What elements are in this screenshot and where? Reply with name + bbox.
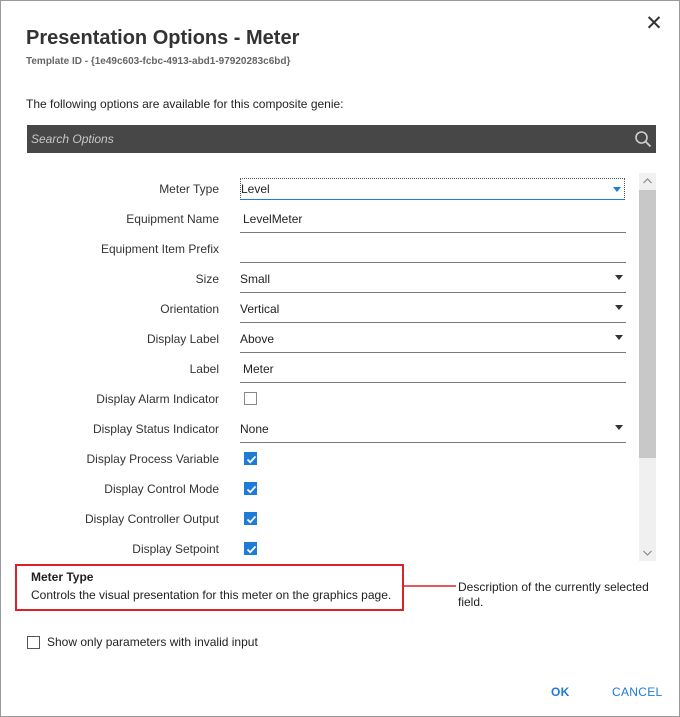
presentation-options-dialog: ✕ Presentation Options - Meter Template … bbox=[0, 0, 680, 717]
chevron-down-icon bbox=[613, 187, 621, 192]
option-label: Equipment Name bbox=[126, 212, 219, 226]
dropdown-value: Level bbox=[241, 182, 270, 196]
display-controller-output-checkbox[interactable] bbox=[244, 512, 257, 525]
label-input[interactable]: Meter bbox=[240, 354, 626, 383]
search-icon[interactable] bbox=[634, 130, 652, 148]
option-row-display-status-indicator: Display Status Indicator None bbox=[27, 414, 627, 444]
display-setpoint-checkbox[interactable] bbox=[244, 542, 257, 555]
cancel-button[interactable]: CANCEL bbox=[612, 685, 662, 699]
option-row-equipment-name: Equipment Name LevelMeter bbox=[27, 204, 627, 234]
display-label-dropdown[interactable]: Above bbox=[240, 324, 626, 353]
dropdown-value: Vertical bbox=[240, 302, 280, 316]
option-row-label: Label Meter bbox=[27, 354, 627, 384]
input-value: Meter bbox=[243, 362, 274, 376]
option-label: Display Alarm Indicator bbox=[96, 392, 219, 406]
option-label: Display Process Variable bbox=[86, 452, 220, 466]
display-status-indicator-dropdown[interactable]: None bbox=[240, 414, 626, 443]
option-label: Display Label bbox=[146, 332, 219, 346]
callout-line bbox=[404, 585, 456, 587]
meter-type-dropdown[interactable]: Level bbox=[240, 178, 625, 200]
orientation-dropdown[interactable]: Vertical bbox=[240, 294, 626, 323]
checkmark-icon bbox=[246, 545, 257, 554]
option-row-display-label: Display Label Above bbox=[27, 324, 627, 354]
invalid-input-label: Show only parameters with invalid input bbox=[47, 635, 258, 649]
option-row-display-setpoint: Display Setpoint bbox=[27, 534, 627, 561]
options-list: Meter Type Level Equipment Name LevelMet… bbox=[27, 173, 656, 561]
ok-button[interactable]: OK bbox=[551, 685, 570, 699]
search-input[interactable] bbox=[31, 131, 621, 147]
description-title: Meter Type bbox=[31, 570, 94, 584]
option-row-display-control-mode: Display Control Mode bbox=[27, 474, 627, 504]
option-label: Display Control Mode bbox=[104, 482, 219, 496]
dropdown-value: Small bbox=[240, 272, 271, 286]
callout-annotation: Description of the currently selected fi… bbox=[458, 580, 649, 609]
dropdown-value: Above bbox=[240, 332, 275, 346]
option-row-size: Size Small bbox=[27, 264, 627, 294]
option-label: Display Controller Output bbox=[84, 512, 219, 526]
option-label: Label bbox=[189, 362, 219, 376]
dropdown-value: None bbox=[240, 422, 269, 436]
dialog-title: Presentation Options - Meter bbox=[26, 27, 300, 49]
equipment-name-input[interactable]: LevelMeter bbox=[240, 204, 626, 233]
search-bar bbox=[27, 125, 656, 153]
options-scrollbar[interactable] bbox=[639, 173, 656, 561]
option-row-equipment-item-prefix: Equipment Item Prefix bbox=[27, 234, 627, 264]
input-value: LevelMeter bbox=[243, 212, 303, 226]
chevron-down-icon bbox=[615, 305, 623, 310]
checkmark-icon bbox=[246, 455, 257, 464]
display-control-mode-checkbox[interactable] bbox=[244, 482, 257, 495]
intro-text: The following options are available for … bbox=[26, 97, 344, 111]
option-row-display-controller-output: Display Controller Output bbox=[27, 504, 627, 534]
equipment-item-prefix-input[interactable] bbox=[240, 234, 626, 263]
size-dropdown[interactable]: Small bbox=[240, 264, 626, 293]
option-row-meter-type: Meter Type Level bbox=[27, 174, 627, 204]
option-label: Equipment Item Prefix bbox=[100, 242, 219, 256]
option-label: Size bbox=[195, 272, 219, 286]
option-row-orientation: Orientation Vertical bbox=[27, 294, 627, 324]
close-icon[interactable]: ✕ bbox=[644, 13, 664, 35]
display-alarm-indicator-checkbox[interactable] bbox=[244, 392, 257, 405]
checkmark-icon bbox=[246, 515, 257, 524]
option-label: Orientation bbox=[160, 302, 219, 316]
chevron-down-icon bbox=[615, 425, 623, 430]
option-label: Meter Type bbox=[159, 182, 219, 196]
option-label: Display Setpoint bbox=[132, 542, 219, 556]
option-label: Display Status Indicator bbox=[92, 422, 219, 436]
checkmark-icon bbox=[246, 485, 257, 494]
scroll-up-icon[interactable] bbox=[639, 173, 656, 190]
display-process-variable-checkbox[interactable] bbox=[244, 452, 257, 465]
invalid-input-checkbox[interactable] bbox=[27, 636, 40, 649]
scroll-thumb[interactable] bbox=[639, 190, 656, 458]
template-id: Template ID - {1e49c603-fcbc-4913-abd1-9… bbox=[26, 56, 291, 67]
option-row-display-process-variable: Display Process Variable bbox=[27, 444, 627, 474]
chevron-down-icon bbox=[615, 335, 623, 340]
chevron-down-icon bbox=[615, 275, 623, 280]
description-text: Controls the visual presentation for thi… bbox=[31, 588, 392, 602]
field-description-box: Meter Type Controls the visual presentat… bbox=[15, 564, 404, 611]
scroll-down-icon[interactable] bbox=[639, 544, 656, 561]
option-row-display-alarm-indicator: Display Alarm Indicator bbox=[27, 384, 627, 414]
